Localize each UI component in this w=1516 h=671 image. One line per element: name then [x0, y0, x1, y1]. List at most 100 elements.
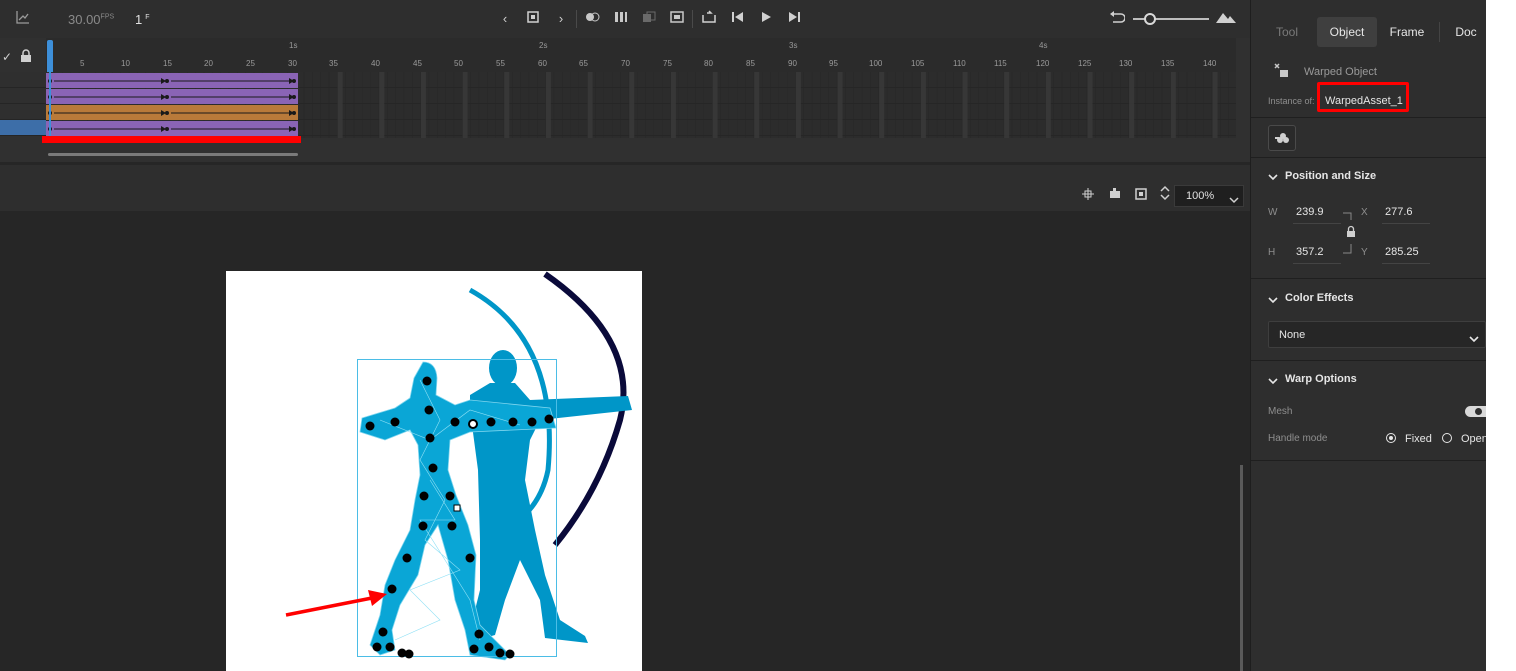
swap-symbol-button[interactable]	[1268, 125, 1296, 151]
zoom-value: 100%	[1186, 190, 1215, 202]
playhead-handle[interactable]	[47, 40, 53, 72]
mesh-toggle[interactable]	[1465, 406, 1487, 417]
chevron-down-icon[interactable]	[1268, 292, 1278, 310]
tween-span-layer-2[interactable]	[46, 89, 298, 104]
chevron-down-icon[interactable]	[1268, 169, 1278, 187]
zoom-slider-handle[interactable]	[1144, 13, 1156, 25]
instance-name[interactable]: WarpedAsset_1	[1325, 95, 1403, 107]
ruler-frame-label: 10	[121, 59, 130, 68]
snap-icon[interactable]	[1082, 187, 1094, 205]
tab-tool[interactable]: Tool	[1261, 17, 1313, 47]
ruler-frame-label: 125	[1078, 59, 1092, 68]
stop-icon[interactable]	[524, 10, 542, 28]
y-label: Y	[1361, 247, 1368, 258]
layer-header[interactable]	[0, 72, 46, 88]
tween-arrow	[48, 110, 296, 116]
show-hide-icon[interactable]: ✓	[2, 50, 12, 64]
layer-header[interactable]	[0, 104, 46, 120]
current-frame-readout[interactable]: 1F	[135, 12, 150, 27]
ruler-frame-label: 105	[911, 59, 925, 68]
ruler-frame-label: 90	[788, 59, 797, 68]
step-forward-icon[interactable]	[785, 10, 803, 28]
hand-rotate-icon[interactable]	[1107, 186, 1123, 205]
onion-outline-icon[interactable]	[640, 10, 658, 28]
chevron-down-icon[interactable]	[1469, 330, 1479, 348]
width-field[interactable]: 239.9	[1296, 206, 1324, 218]
open-label[interactable]: Open	[1461, 433, 1488, 445]
fps-value[interactable]: 30.00	[68, 12, 101, 27]
ruler-frame-label: 20	[204, 59, 213, 68]
mountain-icon[interactable]	[1216, 10, 1236, 28]
annotation-arrow	[285, 596, 373, 617]
object-type: Warped Object	[1304, 66, 1377, 78]
ruler-frame-label: 65	[579, 59, 588, 68]
section-color-effects[interactable]: Color Effects	[1285, 292, 1353, 304]
registration-point[interactable]	[453, 504, 461, 512]
chevron-down-icon[interactable]	[1229, 191, 1239, 209]
toolbar-divider	[692, 10, 693, 28]
ruler-frame-label: 25	[246, 59, 255, 68]
next-frame-icon[interactable]: ›	[552, 10, 570, 28]
layer-header[interactable]	[0, 88, 46, 104]
mesh-toggle-knob	[1475, 408, 1482, 415]
zoom-slider-icon[interactable]	[1133, 13, 1209, 25]
center-frame-icon[interactable]	[668, 10, 686, 28]
tab-frame[interactable]: Frame	[1379, 17, 1435, 47]
layer-header-selected[interactable]	[0, 120, 46, 136]
onion-skin-icon[interactable]	[584, 10, 602, 28]
ruler-frame-label: 60	[538, 59, 547, 68]
timeline-panel: 30.00FPS 1F ‹ › ✓ 1s 2s 3s 4s 5 10 15 20	[0, 0, 1250, 162]
w-label: W	[1268, 207, 1278, 218]
properties-panel: Tool Object Frame Doc Warped Object Inst…	[1250, 0, 1488, 671]
section-warp-options[interactable]: Warp Options	[1285, 373, 1357, 385]
open-radio[interactable]	[1442, 433, 1452, 443]
stage-toolbar: 100%	[0, 165, 1250, 211]
tween-span-layer-3[interactable]	[46, 105, 298, 120]
timeline-scrollbar[interactable]	[48, 153, 298, 156]
instance-label: Instance of:	[1268, 96, 1315, 106]
tween-arrow	[48, 94, 296, 100]
playhead-line	[49, 72, 51, 138]
lock-icon[interactable]	[20, 49, 32, 68]
divider	[1251, 117, 1487, 118]
loop-icon[interactable]	[700, 10, 718, 28]
y-field[interactable]: 285.25	[1385, 246, 1419, 258]
warped-artwork[interactable]	[226, 271, 642, 671]
graph-icon[interactable]	[14, 10, 32, 28]
play-icon[interactable]	[757, 10, 775, 28]
zoom-select[interactable]: 100%	[1174, 185, 1244, 207]
fps-readout[interactable]: 30.00FPS	[68, 12, 114, 27]
tween-span-layer-1[interactable]	[46, 73, 298, 88]
edit-multiple-icon[interactable]	[612, 10, 630, 28]
zoom-stepper-icon[interactable]	[1160, 185, 1170, 206]
tween-span-layer-4[interactable]	[46, 121, 298, 136]
lock-proportions-icon[interactable]	[1343, 210, 1359, 256]
ruler-second-label: 3s	[789, 41, 798, 50]
undo-icon[interactable]	[1108, 10, 1126, 28]
ruler-frame-label: 120	[1036, 59, 1050, 68]
stage-scrollbar[interactable]	[1240, 465, 1243, 671]
color-effect-select[interactable]: None	[1268, 321, 1486, 348]
fps-unit: FPS	[100, 13, 115, 21]
transform-pivot[interactable]	[468, 419, 478, 429]
step-back-icon[interactable]	[729, 10, 747, 28]
prev-frame-icon[interactable]: ‹	[496, 10, 514, 28]
ruler-frame-label: 115	[994, 59, 1007, 68]
frame-ruler[interactable]: 1s 2s 3s 4s 5 10 15 20 25 30 35 40 45 50…	[46, 38, 1236, 72]
field-underline	[1382, 223, 1430, 224]
fixed-radio[interactable]	[1386, 433, 1396, 443]
ruler-frame-label: 30	[288, 59, 297, 68]
current-frame-value[interactable]: 1	[135, 12, 142, 27]
fixed-label[interactable]: Fixed	[1405, 433, 1432, 445]
x-field[interactable]: 277.6	[1385, 206, 1413, 218]
stage-canvas[interactable]	[226, 271, 642, 671]
chevron-down-icon[interactable]	[1268, 373, 1278, 391]
tab-object[interactable]: Object	[1317, 17, 1377, 47]
field-underline	[1293, 223, 1341, 224]
height-field[interactable]: 357.2	[1296, 246, 1324, 258]
tab-doc[interactable]: Doc	[1445, 17, 1487, 47]
fit-screen-icon[interactable]	[1135, 187, 1147, 205]
ruler-second-label: 2s	[539, 41, 548, 50]
section-position-size[interactable]: Position and Size	[1285, 170, 1376, 182]
ruler-frame-label: 110	[953, 59, 966, 68]
